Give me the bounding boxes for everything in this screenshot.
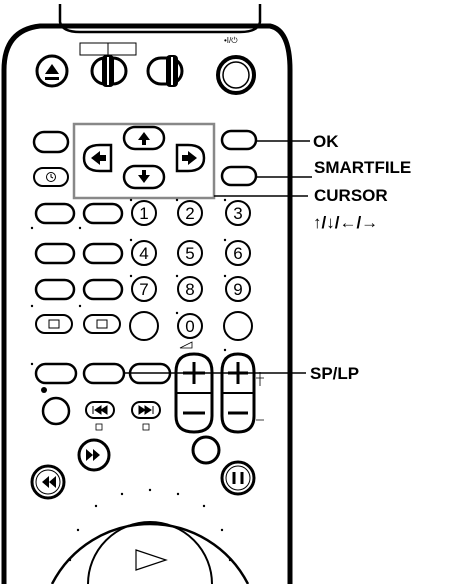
channel-side-marks [256, 372, 264, 421]
keypad-row-1: 1 2 3 [34, 200, 251, 226]
svg-text:0: 0 [185, 317, 194, 336]
pause-button[interactable] [220, 460, 256, 496]
svg-text:9: 9 [233, 280, 242, 299]
key-3[interactable]: 3 [225, 200, 251, 226]
callout-cursor: CURSOR [314, 186, 388, 205]
cursor-left-button[interactable] [82, 143, 113, 173]
index-icon [142, 423, 150, 431]
key-2[interactable]: 2 [177, 200, 203, 226]
mode-switch[interactable] [146, 55, 184, 87]
svg-text:5: 5 [185, 244, 194, 263]
channel-rocker[interactable] [220, 352, 256, 434]
record-dot [41, 387, 47, 393]
keypad-row-4: 0 [35, 311, 253, 341]
key-9[interactable]: 9 [225, 276, 251, 302]
remote-body-outline [1, 23, 293, 584]
rewind-button[interactable] [30, 464, 66, 500]
fast-forward-button[interactable] [77, 438, 111, 472]
record-button[interactable] [41, 396, 71, 426]
svg-text:3: 3 [233, 204, 242, 223]
input-select-button[interactable] [35, 314, 73, 334]
timer-button[interactable] [33, 167, 69, 187]
volume-rocker[interactable] [174, 352, 214, 434]
skip-forward-button[interactable] [131, 401, 161, 419]
cursor-down-button[interactable] [122, 164, 166, 190]
oval-button[interactable] [82, 242, 124, 265]
volume-symbol [179, 341, 193, 349]
key-1[interactable]: 1 [131, 200, 157, 226]
callout-smartfile: SMARTFILE [314, 158, 411, 177]
oval-button[interactable] [34, 242, 76, 265]
key-8[interactable]: 8 [177, 276, 203, 302]
frame-icon [95, 423, 103, 431]
svg-text:1: 1 [139, 204, 148, 223]
blank-round-button[interactable] [129, 311, 159, 341]
cursor-up-button[interactable] [122, 125, 166, 151]
key-4[interactable]: 4 [131, 240, 157, 266]
power-button[interactable] [216, 55, 256, 95]
svg-text:2: 2 [185, 204, 194, 223]
keypad-row-3: 7 8 9 [34, 276, 251, 302]
oval-button[interactable] [34, 278, 76, 301]
keypad-row-2: 4 5 6 [34, 240, 251, 266]
jog-dial-outer [50, 522, 250, 584]
play-icon [135, 549, 168, 571]
oval-button[interactable] [34, 362, 78, 385]
left-oval-button-1[interactable] [32, 130, 70, 154]
key-6[interactable]: 6 [225, 240, 251, 266]
oval-button[interactable] [82, 278, 124, 301]
key-5[interactable]: 5 [177, 240, 203, 266]
remote-diagram: •I/⏻ 1 2 3 4 5 6 7 8 9 0 OK SMARTFILE CU… [1, 4, 411, 584]
splp-button[interactable] [82, 362, 126, 385]
smartfile-button[interactable] [220, 165, 258, 187]
eject-button[interactable] [35, 54, 69, 88]
jog-dial-inner[interactable] [87, 521, 213, 584]
oval-button[interactable] [34, 202, 76, 225]
power-label: •I/⏻ [224, 36, 238, 45]
svg-text:7: 7 [139, 280, 148, 299]
blank-round-button[interactable] [223, 311, 253, 341]
callout-ok: OK [313, 132, 339, 151]
stop-button[interactable] [191, 435, 221, 465]
key-7[interactable]: 7 [131, 276, 157, 302]
oval-button[interactable] [82, 202, 124, 225]
callout-splp: SP/LP [310, 364, 359, 383]
svg-text:6: 6 [233, 244, 242, 263]
key-0[interactable]: 0 [177, 313, 203, 339]
svg-text:8: 8 [185, 280, 194, 299]
display-button[interactable] [83, 314, 121, 334]
callout-cursor-arrows: ↑/↓/←/→ [313, 213, 378, 232]
svg-text:4: 4 [139, 244, 148, 263]
tv-vtr-switch[interactable] [90, 55, 128, 87]
skip-back-button[interactable] [85, 401, 115, 419]
ok-button[interactable] [220, 129, 258, 151]
cursor-right-button[interactable] [175, 143, 206, 173]
